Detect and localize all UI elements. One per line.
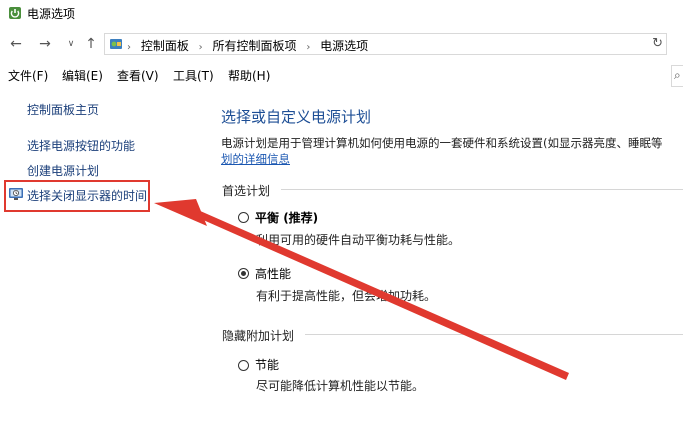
breadcrumb-chevron-icon[interactable]: ›	[127, 42, 131, 53]
page-title: 选择或自定义电源计划	[221, 108, 372, 126]
refresh-icon[interactable]: ↻	[652, 36, 663, 51]
plan-balanced-name[interactable]: 平衡 (推荐)	[255, 209, 318, 226]
hidden-divider	[305, 334, 683, 335]
sidebar-item-create-plan[interactable]: 创建电源计划	[27, 162, 99, 179]
menu-tools[interactable]: 工具(T)	[173, 67, 214, 84]
plan-details-link[interactable]: 划的详细信息	[221, 151, 290, 167]
address-row: ← → ∨ ↑ › 控制面板 › 所有控制面板项 › 电源选项 ↻ ⌕	[0, 32, 683, 87]
radio-balanced[interactable]	[238, 212, 249, 223]
title-bar: 电源选项	[0, 0, 683, 30]
breadcrumb-all-items[interactable]: 所有控制面板项	[213, 39, 297, 53]
plan-high-performance-name[interactable]: 高性能	[255, 265, 291, 282]
preferred-divider	[281, 189, 683, 190]
plan-high-performance-desc: 有利于提高性能，但会增加功耗。	[256, 289, 437, 303]
preferred-plans-label: 首选计划	[222, 184, 271, 198]
menu-edit[interactable]: 编辑(E)	[62, 67, 103, 84]
plan-balanced-desc: 利用可用的硬件自动平衡功耗与性能。	[256, 233, 461, 247]
up-arrow-icon[interactable]: ↑	[83, 36, 99, 52]
plan-power-saver-name[interactable]: 节能	[255, 356, 279, 373]
menu-help[interactable]: 帮助(H)	[228, 67, 270, 84]
hidden-plans-label: 隐藏附加计划	[222, 329, 295, 343]
menu-view[interactable]: 查看(V)	[117, 67, 159, 84]
control-panel-icon	[110, 39, 122, 49]
breadcrumb-chevron-icon[interactable]: ›	[199, 42, 203, 53]
sidebar-item-power-button[interactable]: 选择电源按钮的功能	[27, 137, 135, 154]
recent-chevron-down-icon[interactable]: ∨	[63, 36, 79, 52]
plan-description: 电源计划是用于管理计算机如何使用电源的一套硬件和系统设置(如显示器亮度、睡眠等	[221, 136, 663, 150]
annotation-highlight-box	[4, 180, 150, 212]
sidebar-item-control-panel-home[interactable]: 控制面板主页	[27, 101, 99, 118]
radio-high-performance[interactable]	[238, 268, 249, 279]
back-arrow-icon[interactable]: ←	[8, 36, 24, 52]
forward-arrow-icon[interactable]: →	[37, 36, 53, 52]
breadcrumb-control-panel[interactable]: 控制面板	[141, 39, 189, 53]
plan-power-saver-desc: 尽可能降低计算机性能以节能。	[256, 379, 425, 393]
menu-file[interactable]: 文件(F)	[8, 67, 48, 84]
address-bar[interactable]: › 控制面板 › 所有控制面板项 › 电源选项 ↻	[104, 33, 667, 55]
power-options-icon	[9, 7, 21, 19]
radio-power-saver[interactable]	[238, 360, 249, 371]
window-title: 电源选项	[27, 7, 76, 21]
menu-bar: 文件(F) 编辑(E) 查看(V) 工具(T) 帮助(H)	[0, 64, 683, 84]
breadcrumb: › 控制面板 › 所有控制面板项 › 电源选项	[127, 37, 368, 54]
breadcrumb-power-options[interactable]: 电源选项	[320, 39, 368, 53]
breadcrumb-chevron-icon[interactable]: ›	[306, 42, 310, 53]
